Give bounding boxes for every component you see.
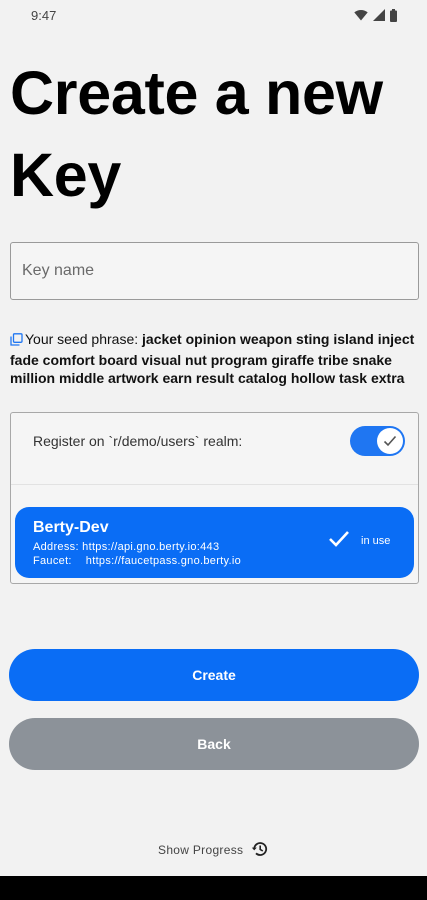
seed-phrase-label: Your seed phrase: xyxy=(25,331,139,347)
status-bar: 9:47 xyxy=(0,0,427,30)
network-faucet: Faucet: https://faucetpass.gno.berty.io xyxy=(33,555,241,567)
register-realm-toggle[interactable] xyxy=(350,426,405,456)
realm-settings-box: Register on `r/demo/users` realm: Berty-… xyxy=(10,412,419,584)
signal-icon xyxy=(373,9,385,21)
check-icon xyxy=(329,531,349,547)
history-icon xyxy=(251,842,268,856)
create-button[interactable]: Create xyxy=(9,649,419,701)
copy-icon[interactable] xyxy=(10,332,23,351)
network-card-berty-dev[interactable]: Berty-Dev Address: https://api.gno.berty… xyxy=(15,507,414,578)
network-address-value: https://api.gno.berty.io:443 xyxy=(82,541,220,553)
status-icons xyxy=(354,8,397,22)
page-title: Create a new Key xyxy=(10,59,383,210)
network-address: Address: https://api.gno.berty.io:443 xyxy=(33,541,219,553)
system-navigation-bar xyxy=(0,876,427,900)
key-name-input[interactable] xyxy=(10,242,419,300)
network-faucet-label: Faucet: xyxy=(33,555,72,567)
battery-icon xyxy=(390,8,397,22)
wifi-icon xyxy=(354,9,368,21)
seed-phrase-block: Your seed phrase: jacket opinion weapon … xyxy=(10,330,415,388)
toggle-knob xyxy=(377,428,403,454)
network-status-badge: in use xyxy=(361,535,391,547)
network-faucet-value: https://faucetpass.gno.berty.io xyxy=(85,555,242,567)
register-realm-label: Register on `r/demo/users` realm: xyxy=(33,433,243,449)
register-row: Register on `r/demo/users` realm: xyxy=(11,413,418,485)
network-address-label: Address: xyxy=(33,541,79,553)
status-time: 9:47 xyxy=(31,7,57,23)
network-name: Berty-Dev xyxy=(33,519,109,536)
show-progress-label: Show Progress xyxy=(158,843,244,857)
show-progress-link[interactable]: Show Progress xyxy=(0,840,427,858)
back-button[interactable]: Back xyxy=(9,718,419,770)
toggle-check-icon xyxy=(383,435,397,447)
